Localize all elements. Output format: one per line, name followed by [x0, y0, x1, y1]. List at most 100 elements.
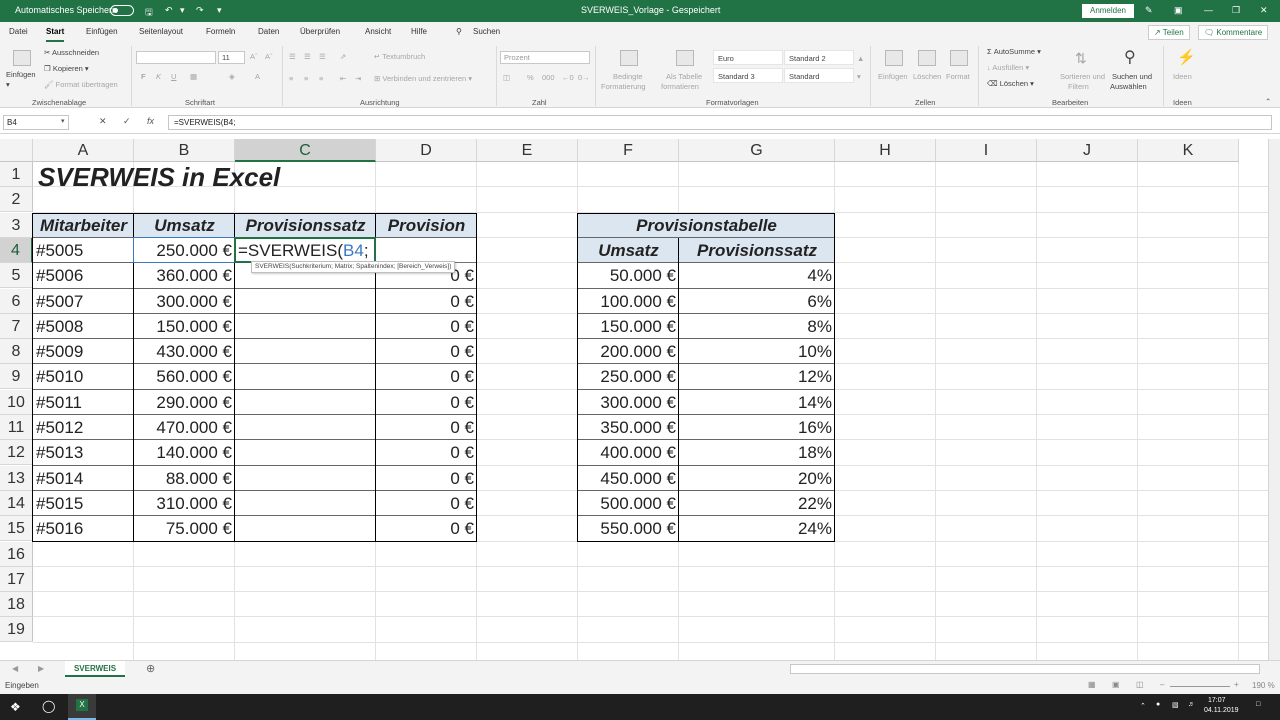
clipboard-icon[interactable] — [13, 50, 31, 66]
ideas-icon[interactable]: ⚡ — [1177, 48, 1196, 66]
row-header-14[interactable]: 14 — [0, 491, 33, 516]
notification-icon[interactable]: □ — [1256, 701, 1260, 708]
lookup-sales[interactable]: 200.000 € — [578, 339, 679, 364]
column-header-d[interactable]: D — [376, 139, 477, 162]
lookup-sales[interactable]: 100.000 € — [578, 289, 679, 314]
row-header-15[interactable]: 15 — [0, 516, 33, 541]
tray-volume-icon[interactable]: ♬ — [1188, 701, 1195, 708]
cond-format-label[interactable]: Bedingte — [613, 72, 643, 81]
tray-network-icon[interactable]: ▧ — [1172, 701, 1179, 709]
employee-id[interactable]: #5010 — [33, 364, 134, 389]
lookup-sales[interactable]: 250.000 € — [578, 364, 679, 389]
undo-icon[interactable]: ↶ — [165, 5, 173, 16]
orientation-icon[interactable]: ⇗ — [340, 52, 346, 61]
lookup-rate[interactable]: 16% — [679, 415, 835, 440]
number-format-select[interactable]: Prozent — [500, 51, 590, 64]
cond-format-label-2[interactable]: Formatierung — [601, 82, 646, 91]
employee-id[interactable]: #5014 — [33, 466, 134, 491]
employee-id[interactable]: #5009 — [33, 339, 134, 364]
zoom-level[interactable]: 190 % — [1252, 681, 1275, 690]
lookup-rate[interactable]: 6% — [679, 289, 835, 314]
tab-einfuegen[interactable]: Einfügen — [86, 27, 118, 36]
find-select-label-2[interactable]: Auswählen — [1110, 82, 1147, 91]
lookup-sales[interactable]: 550.000 € — [578, 516, 679, 541]
row-header-18[interactable]: 18 — [0, 592, 33, 617]
grow-font-icon[interactable]: Aˆ — [250, 52, 258, 61]
employee-commission[interactable]: 0 € — [376, 466, 477, 491]
employee-sales[interactable]: 360.000 € — [134, 263, 235, 288]
zoom-slider[interactable] — [1170, 686, 1230, 687]
row-header-3[interactable]: 3 — [0, 213, 33, 238]
tray-mic-icon[interactable]: ● — [1156, 701, 1160, 708]
autosave-toggle[interactable] — [110, 5, 134, 16]
restore-icon[interactable]: ❐ — [1232, 5, 1240, 16]
horizontal-scrollbar[interactable] — [790, 664, 1260, 674]
cut-button[interactable]: ✂ Ausschneiden — [44, 48, 99, 57]
employee-commission[interactable]: 0 € — [376, 314, 477, 339]
sheet-next-icon[interactable]: ▶ — [38, 664, 44, 673]
enter-icon[interactable]: ✓ — [123, 116, 131, 127]
tab-ueberpruefen[interactable]: Überprüfen — [300, 27, 340, 36]
sheet-prev-icon[interactable]: ◀ — [12, 664, 18, 673]
employee-sales[interactable]: 560.000 € — [134, 364, 235, 389]
delete-cells-icon[interactable] — [918, 50, 936, 66]
employee-sales[interactable]: 310.000 € — [134, 491, 235, 516]
excel-taskbar-button[interactable]: X — [68, 694, 96, 720]
task-view-icon[interactable]: ◯ — [42, 699, 55, 713]
row-header-8[interactable]: 8 — [0, 339, 33, 364]
styles-more-icon[interactable]: ▾ — [857, 72, 861, 81]
bold-icon[interactable]: F — [141, 72, 146, 81]
lookup-rate[interactable]: 8% — [679, 314, 835, 339]
employee-sales[interactable]: 300.000 € — [134, 289, 235, 314]
merge-center-button[interactable]: ⊞ Verbinden und zentrieren ▾ — [374, 74, 472, 83]
employee-commission[interactable]: 0 € — [376, 339, 477, 364]
decrease-decimal-icon[interactable]: 0→ — [578, 73, 590, 82]
align-bottom-icon[interactable]: ☰ — [319, 52, 326, 61]
cancel-icon[interactable]: ✕ — [99, 116, 107, 127]
increase-decimal-icon[interactable]: ←0 — [562, 73, 574, 82]
lookup-header-1[interactable]: Provisionssatz — [679, 238, 835, 263]
row-header-12[interactable]: 12 — [0, 440, 33, 465]
thousands-icon[interactable]: 000 — [542, 73, 555, 82]
format-as-table-label[interactable]: Als Tabelle — [666, 72, 702, 81]
lookup-rate[interactable]: 10% — [679, 339, 835, 364]
vertical-scrollbar[interactable] — [1268, 139, 1280, 660]
page-break-icon[interactable]: ◫ — [1136, 680, 1144, 689]
find-select-icon[interactable]: ⚲ — [1124, 47, 1136, 67]
employee-id[interactable]: #5006 — [33, 263, 134, 288]
row-header-19[interactable]: 19 — [0, 617, 33, 642]
copy-button[interactable]: ❐ Kopieren ▾ — [44, 64, 89, 73]
row-header-10[interactable]: 10 — [0, 390, 33, 415]
column-header-i[interactable]: I — [936, 139, 1037, 162]
column-header-f[interactable]: F — [578, 139, 679, 162]
format-cells-button[interactable]: Format — [946, 72, 970, 81]
employee-sales[interactable]: 140.000 € — [134, 440, 235, 465]
employee-sales[interactable]: 88.000 € — [134, 466, 235, 491]
row-header-4[interactable]: 4 — [0, 238, 33, 263]
tray-chevron-icon[interactable]: ⌃ — [1140, 702, 1146, 710]
tab-datei[interactable]: Datei — [9, 27, 28, 36]
close-icon[interactable]: ✕ — [1260, 5, 1268, 16]
font-size-input[interactable]: 11 — [218, 51, 245, 64]
save-icon[interactable]: 🖫 — [145, 5, 153, 21]
select-all-corner[interactable] — [0, 139, 33, 162]
format-as-table-icon[interactable] — [676, 50, 694, 66]
comments-button[interactable]: 🗨 Kommentare — [1198, 25, 1269, 40]
lookup-sales[interactable]: 300.000 € — [578, 390, 679, 415]
lookup-sales[interactable]: 150.000 € — [578, 314, 679, 339]
lookup-rate[interactable]: 22% — [679, 491, 835, 516]
italic-icon[interactable]: K — [156, 72, 161, 81]
row-header-17[interactable]: 17 — [0, 567, 33, 592]
autosum-button[interactable]: Σ AutoSumme ▾ — [987, 47, 1041, 56]
employee-id[interactable]: #5012 — [33, 415, 134, 440]
tab-formeln[interactable]: Formeln — [206, 27, 235, 36]
column-header-g[interactable]: G — [679, 139, 835, 162]
lookup-rate[interactable]: 4% — [679, 263, 835, 288]
search-icon[interactable]: ⚲ — [456, 27, 462, 36]
employee-id[interactable]: #5013 — [33, 440, 134, 465]
tab-daten[interactable]: Daten — [258, 27, 279, 36]
shrink-font-icon[interactable]: Aˇ — [265, 52, 273, 61]
row-header-16[interactable]: 16 — [0, 542, 33, 567]
column-header-k[interactable]: K — [1138, 139, 1239, 162]
fill-button[interactable]: ↓ Ausfüllen ▾ — [987, 63, 1029, 72]
